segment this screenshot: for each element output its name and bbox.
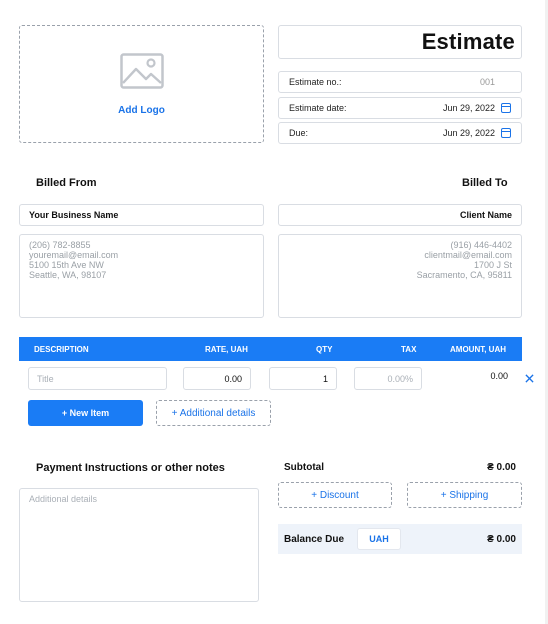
- new-item-button[interactable]: + New Item: [28, 400, 143, 426]
- client-address-textarea[interactable]: (916) 446-4402 clientmail@email.com 1700…: [278, 234, 522, 318]
- due-date-value[interactable]: Jun 29, 2022: [443, 128, 495, 138]
- notes-textarea[interactable]: Additional details: [19, 488, 259, 602]
- client-city: Sacramento, CA, 95811: [416, 270, 512, 280]
- balance-due-value: ₴ 0.00: [487, 533, 516, 545]
- discount-button[interactable]: + Discount: [278, 482, 392, 508]
- item-rate-input[interactable]: 0.00: [183, 367, 251, 390]
- estimate-date-field[interactable]: Estimate date: Jun 29, 2022: [278, 97, 522, 119]
- image-placeholder-icon: [119, 52, 164, 89]
- items-table-header: DESCRIPTION RATE, UAH QTY TAX AMOUNT, UA…: [19, 337, 522, 361]
- column-rate: RATE, UAH: [205, 344, 248, 354]
- document-title-field[interactable]: Estimate: [278, 25, 522, 59]
- estimate-number-value[interactable]: 001: [480, 77, 511, 87]
- due-date-field[interactable]: Due: Jun 29, 2022: [278, 122, 522, 144]
- calendar-icon[interactable]: [501, 128, 511, 138]
- subtotal-label: Subtotal: [284, 462, 324, 473]
- additional-details-button[interactable]: + Additional details: [156, 400, 271, 426]
- business-street: 5100 15th Ave NW: [29, 260, 104, 270]
- client-phone: (916) 446-4402: [450, 240, 512, 250]
- client-email: clientmail@email.com: [424, 250, 512, 260]
- shipping-button[interactable]: + Shipping: [407, 482, 522, 508]
- client-name-input[interactable]: Client Name: [278, 204, 522, 226]
- estimate-number-field[interactable]: Estimate no.: 001: [278, 71, 522, 93]
- due-date-label: Due:: [289, 128, 309, 138]
- business-email: youremail@email.com: [29, 250, 119, 260]
- item-title-input[interactable]: Title: [28, 367, 167, 390]
- business-address-textarea[interactable]: (206) 782-8855 youremail@email.com 5100 …: [19, 234, 264, 318]
- business-phone: (206) 782-8855: [29, 240, 91, 250]
- column-description: DESCRIPTION: [34, 344, 89, 354]
- currency-selector[interactable]: UAH: [357, 528, 402, 550]
- calendar-icon[interactable]: [501, 103, 511, 113]
- billed-to-heading: Billed To: [462, 177, 508, 189]
- add-logo-area[interactable]: Add Logo: [19, 25, 264, 143]
- business-city: Seattle, WA, 98107: [29, 270, 107, 280]
- item-tax-input[interactable]: 0.00%: [354, 367, 422, 390]
- billed-from-heading: Billed From: [36, 177, 97, 189]
- add-logo-label: Add Logo: [118, 104, 165, 116]
- business-name-input[interactable]: Your Business Name: [19, 204, 264, 226]
- column-amount: AMOUNT, UAH: [450, 344, 506, 354]
- estimate-number-label: Estimate no.:: [289, 77, 342, 87]
- column-qty: QTY: [316, 344, 333, 354]
- subtotal-value: ₴ 0.00: [487, 462, 516, 473]
- estimate-date-label: Estimate date:: [289, 103, 347, 113]
- item-qty-input[interactable]: 1: [269, 367, 337, 390]
- remove-item-icon[interactable]: [525, 374, 534, 383]
- estimate-date-value[interactable]: Jun 29, 2022: [443, 103, 495, 113]
- balance-due-row: Balance Due UAH ₴ 0.00: [278, 524, 522, 554]
- notes-heading: Payment Instructions or other notes: [36, 462, 225, 474]
- column-tax: TAX: [401, 344, 417, 354]
- client-street: 1700 J St: [473, 260, 512, 270]
- balance-due-label: Balance Due: [284, 533, 345, 545]
- document-title: Estimate: [421, 29, 515, 54]
- item-amount: 0.00: [490, 371, 508, 381]
